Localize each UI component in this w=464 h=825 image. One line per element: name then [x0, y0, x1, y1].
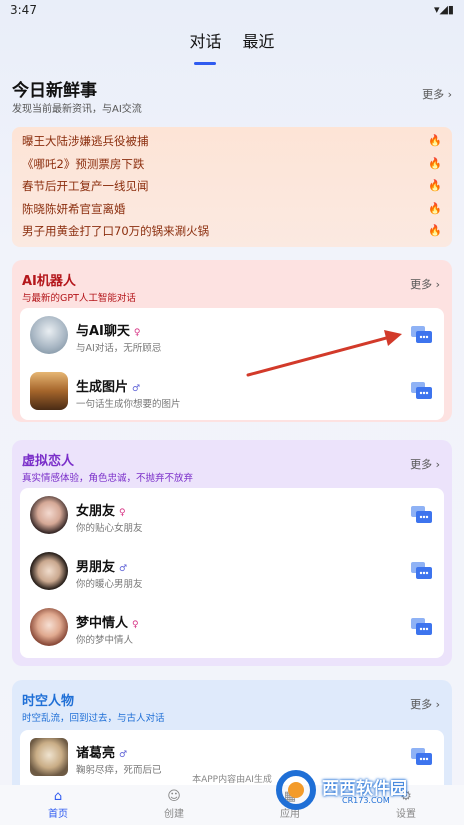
list-item[interactable]: 梦中情人 ♀ 你的梦中情人: [20, 600, 444, 656]
female-icon: ♀: [132, 620, 139, 630]
item-name: 与AI聊天 ♀: [76, 324, 141, 339]
news-item[interactable]: 曝王大陆涉嫌逃兵役被捕 🔥: [22, 130, 442, 153]
avatar-zhuge-liang: [30, 738, 68, 776]
status-icons: ▾◢▮: [433, 3, 454, 16]
news-item-text: 《哪吒2》预测票房下跌: [22, 156, 145, 171]
section-title: 时空人物: [22, 694, 75, 709]
chat-bubble-icon[interactable]: [410, 380, 434, 402]
item-desc: 你的贴心女朋友: [76, 523, 143, 534]
item-name: 女朋友 ♀: [76, 504, 126, 519]
nav-label: 创建: [164, 809, 184, 820]
fire-icon: 🔥: [428, 134, 442, 147]
list-item[interactable]: 女朋友 ♀ 你的贴心女朋友: [20, 488, 444, 544]
avatar-boyfriend: [30, 552, 68, 590]
news-item-text: 春节后开工复产一线见闻: [22, 179, 149, 194]
news-item[interactable]: 《哪吒2》预测票房下跌 🔥: [22, 153, 442, 176]
news-item[interactable]: 春节后开工复产一线见闻 🔥: [22, 175, 442, 198]
chat-bubble-icon[interactable]: [410, 324, 434, 346]
create-icon: ☺: [167, 789, 181, 804]
news-item-text: 男子用黄金打了口70万的锅来涮火锅: [22, 224, 210, 239]
news-header: 今日新鲜事 发现当前最新资讯，与AI交流 更多 ›: [0, 70, 464, 122]
male-icon: ♂: [119, 564, 128, 574]
avatar-ai-chat: [30, 316, 68, 354]
news-more-link[interactable]: 更多 ›: [422, 86, 452, 102]
section-subtitle: 与最新的GPT人工智能对话: [22, 293, 136, 304]
female-icon: ♀: [133, 328, 141, 338]
male-icon: ♂: [132, 384, 141, 394]
item-name: 男朋友 ♂: [76, 560, 128, 575]
item-desc: 一句话生成你想要的图片: [76, 399, 181, 410]
chat-bubble-icon[interactable]: [410, 504, 434, 526]
news-item[interactable]: 男子用黄金打了口70万的锅来涮火锅 🔥: [22, 220, 442, 243]
item-name: 生成图片 ♂: [76, 380, 141, 395]
news-list: 曝王大陆涉嫌逃兵役被捕 🔥 《哪吒2》预测票房下跌 🔥 春节后开工复产一线见闻 🔥 陈…: [12, 127, 452, 247]
chat-bubble-icon[interactable]: [410, 560, 434, 582]
item-desc: 你的暖心男朋友: [76, 579, 143, 590]
avatar-image-gen: [30, 372, 68, 410]
section-more-link[interactable]: 更多 ›: [410, 276, 440, 292]
status-time: 3:47: [10, 3, 37, 17]
fire-icon: 🔥: [428, 156, 442, 170]
fire-icon: 🔥: [428, 179, 442, 193]
nav-home[interactable]: ⌂ 首页: [28, 789, 88, 820]
list-item[interactable]: 男朋友 ♂ 你的暖心男朋友: [20, 544, 444, 600]
female-icon: ♀: [119, 508, 126, 518]
item-name: 梦中情人 ♀: [76, 616, 139, 631]
tab-recent[interactable]: 最近: [243, 28, 275, 52]
main-scroll[interactable]: 今日新鲜事 发现当前最新资讯，与AI交流 更多 › 曝王大陆涉嫌逃兵役被捕 🔥 《…: [0, 70, 464, 785]
watermark-logo: 西西软件园 CR173.COM: [272, 768, 452, 812]
nav-label: 首页: [48, 809, 68, 820]
news-item-text: 陈晓陈妍希官宣离婚: [22, 201, 126, 216]
news-item[interactable]: 陈晓陈妍希官宣离婚 🔥: [22, 198, 442, 221]
news-subtitle: 发现当前最新资讯，与AI交流: [12, 104, 142, 115]
section-list: 女朋友 ♀ 你的贴心女朋友 男朋友 ♂ 你的暖心男朋友 梦中情人 ♀ 你的梦中情人: [20, 488, 444, 658]
news-title: 今日新鲜事: [12, 81, 97, 101]
section-more-link[interactable]: 更多 ›: [410, 696, 440, 712]
item-name: 诸葛亮 ♂: [76, 746, 128, 761]
item-desc: 你的梦中情人: [76, 635, 134, 646]
section-title: 虚拟恋人: [22, 454, 75, 469]
male-icon: ♂: [119, 750, 128, 760]
nav-create[interactable]: ☺ 创建: [144, 789, 204, 820]
section-virtual-lover: 虚拟恋人 真实情感体验，角色忠诚，不抛弃不放弃 更多 › 女朋友 ♀ 你的贴心女朋…: [12, 440, 452, 666]
news-item-text: 曝王大陆涉嫌逃兵役被捕: [22, 134, 149, 148]
tab-chat[interactable]: 对话: [189, 28, 221, 52]
item-desc: 与AI对话，无所顾忌: [76, 343, 162, 354]
top-tabs: 对话 最近: [0, 28, 464, 62]
chat-bubble-icon[interactable]: [410, 746, 434, 768]
fire-icon: 🔥: [428, 224, 442, 238]
section-subtitle: 真实情感体验，角色忠诚，不抛弃不放弃: [22, 473, 194, 484]
section-title: AI机器人: [22, 274, 76, 289]
arrow-annotation: [246, 330, 402, 377]
watermark-icon: [276, 770, 316, 810]
fire-icon: 🔥: [428, 201, 442, 215]
home-icon: ⌂: [53, 789, 63, 804]
status-bar: 3:47 ▾◢▮: [0, 0, 464, 22]
section-subtitle: 时空乱流，回到过去，与古人对话: [22, 713, 165, 724]
avatar-dream-lover: [30, 608, 68, 646]
chat-bubble-icon[interactable]: [410, 616, 434, 638]
section-more-link[interactable]: 更多 ›: [410, 456, 440, 472]
avatar-girlfriend: [30, 496, 68, 534]
watermark-url: CR173.COM: [342, 796, 390, 805]
